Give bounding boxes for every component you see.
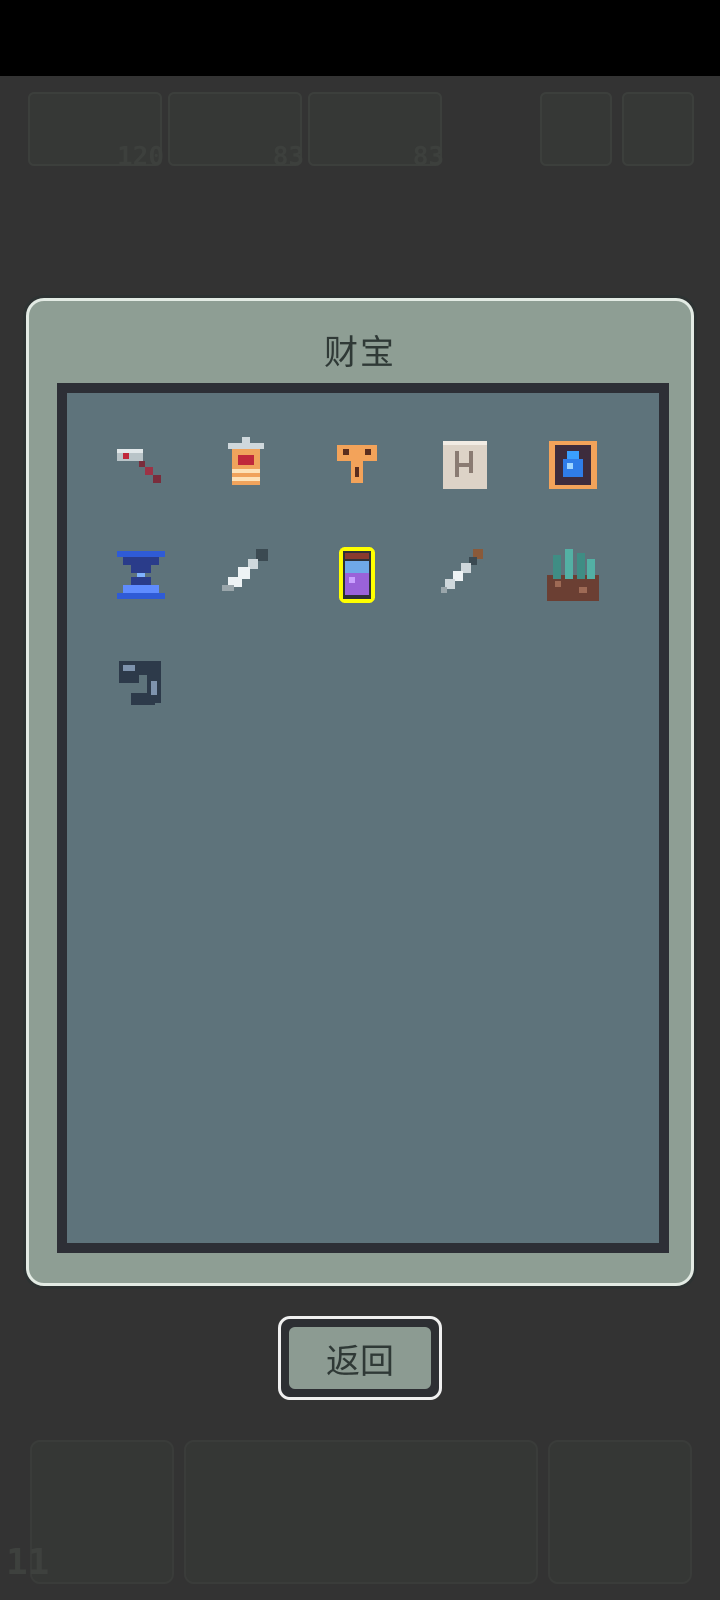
potion-jar-icon (325, 543, 389, 607)
treasure-grid-frame (57, 383, 669, 1253)
hourglass-icon (109, 543, 173, 607)
back-button[interactable]: 返回 (278, 1316, 442, 1400)
treasure-item[interactable] (325, 543, 389, 607)
treasure-item[interactable] (325, 433, 389, 497)
resource-slot-slime: 83 (308, 92, 444, 172)
gauntlet-icon (109, 653, 173, 717)
map-scroll-icon (433, 433, 497, 497)
treasure-item[interactable] (433, 433, 497, 497)
dialog-title: 财宝 (324, 333, 396, 373)
hammer-icon (109, 433, 173, 497)
treasure-item[interactable] (214, 433, 278, 497)
resource-count: 83 (412, 142, 444, 172)
water-tome-icon (541, 433, 605, 497)
action-bar (184, 1440, 538, 1584)
status-bar (0, 0, 720, 76)
treasure-item[interactable] (541, 433, 605, 497)
hero-slot (548, 1440, 692, 1584)
knife-icon (214, 543, 278, 607)
crystal-rock-icon (541, 543, 605, 607)
menu-button (622, 92, 694, 166)
dagger-icon (433, 543, 497, 607)
resource-count: 120 (117, 142, 164, 172)
attack-slot (30, 1440, 174, 1584)
back-button-label: 返回 (289, 1327, 431, 1389)
resource-slot-demon: 120 (28, 92, 164, 172)
treasure-item[interactable] (109, 433, 173, 497)
sword-button (540, 92, 612, 166)
treasure-grid (67, 393, 659, 1243)
resource-count: 83 (272, 142, 304, 172)
totem-icon (325, 433, 389, 497)
lantern-icon (214, 433, 278, 497)
treasure-dialog: 财宝 (26, 298, 694, 1286)
treasure-item[interactable] (541, 543, 605, 607)
treasure-item[interactable] (109, 543, 173, 607)
level-number: 11 (6, 1542, 50, 1583)
treasure-item[interactable] (433, 543, 497, 607)
treasure-item[interactable] (214, 543, 278, 607)
treasure-item[interactable] (109, 653, 173, 717)
resource-slot-imp: 83 (168, 92, 304, 172)
